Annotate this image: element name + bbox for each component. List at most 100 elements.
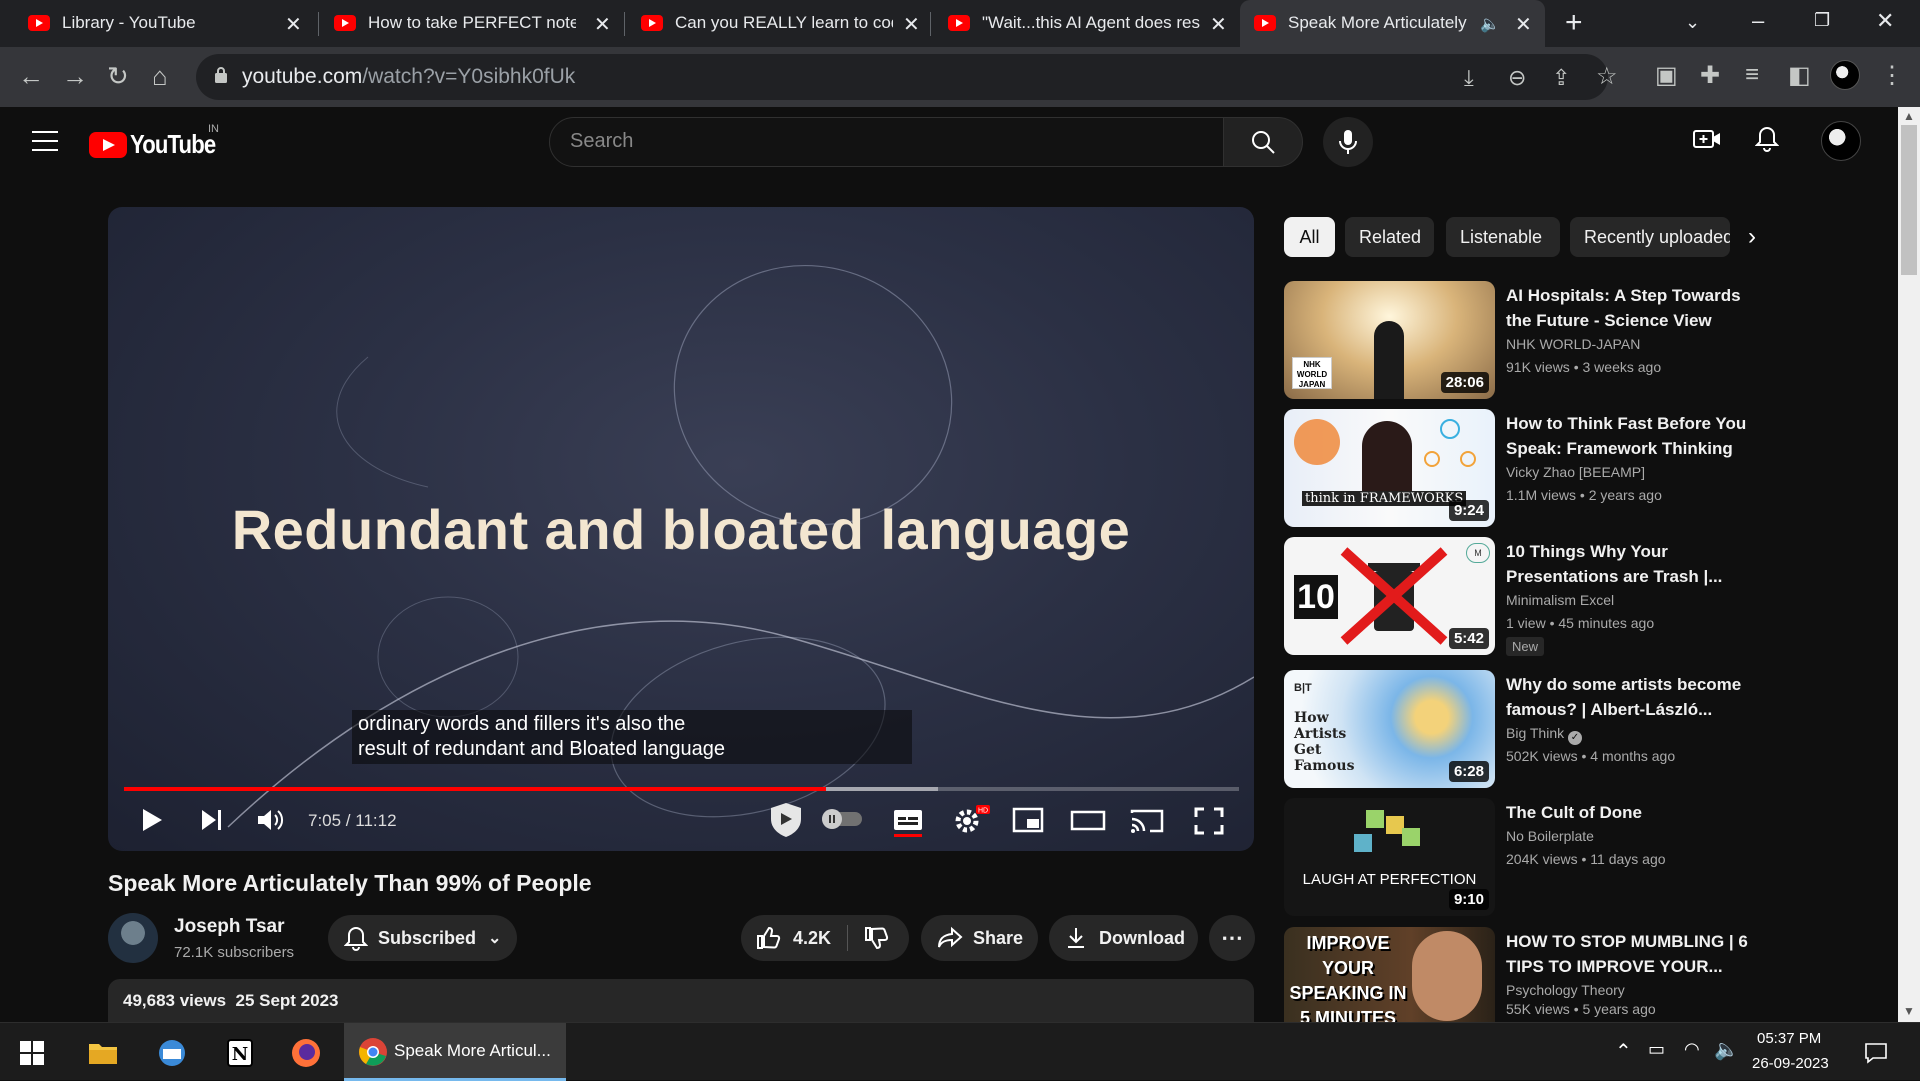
- close-tab-icon[interactable]: ✕: [285, 12, 302, 37]
- play-icon[interactable]: [140, 807, 164, 833]
- recommendation-title[interactable]: AI Hospitals: A Step Towards the Future …: [1506, 283, 1751, 333]
- mail-app-icon[interactable]: [155, 1038, 189, 1068]
- search-button[interactable]: [1223, 117, 1303, 167]
- browser-tab[interactable]: How to take PERFECT notes w ✕: [306, 0, 616, 47]
- recommendation-title[interactable]: How to Think Fast Before You Speak: Fram…: [1506, 411, 1751, 461]
- recommendation-channel[interactable]: Vicky Zhao [BEEAMP]: [1506, 464, 1645, 480]
- create-video-icon[interactable]: [1693, 127, 1721, 151]
- close-window-button[interactable]: ✕: [1876, 8, 1894, 34]
- restore-button[interactable]: ❐: [1814, 10, 1830, 31]
- recommendation-channel[interactable]: No Boilerplate: [1506, 828, 1594, 844]
- subscribed-button[interactable]: Subscribed ⌄: [328, 915, 517, 961]
- taskbar-chrome-window[interactable]: Speak More Articul...: [344, 1023, 566, 1081]
- account-avatar[interactable]: [1821, 121, 1861, 161]
- settings-gear-icon[interactable]: HD: [952, 803, 992, 835]
- close-tab-icon[interactable]: ✕: [594, 12, 611, 37]
- like-icon[interactable]: [755, 925, 781, 951]
- recommendation-channel[interactable]: Big Think ✓: [1506, 725, 1582, 745]
- theater-mode-icon[interactable]: [1070, 807, 1106, 833]
- scroll-down-icon[interactable]: ▼: [1903, 1004, 1915, 1018]
- extensions-puzzle-icon[interactable]: ✚: [1700, 61, 1720, 90]
- progress-bar[interactable]: [124, 787, 1239, 791]
- chip-listenable[interactable]: Listenable: [1446, 217, 1560, 257]
- browser-menu-icon[interactable]: ⋮: [1880, 61, 1904, 90]
- forward-button[interactable]: →: [62, 61, 88, 92]
- video-thumbnail[interactable]: B|T How Artists Get Famous 6:28: [1284, 670, 1495, 788]
- next-video-icon[interactable]: [200, 807, 224, 833]
- recommendation-channel[interactable]: Psychology Theory: [1506, 982, 1625, 998]
- url-text[interactable]: youtube.com/watch?v=Y0sibhk0fUk: [242, 65, 575, 89]
- search-input[interactable]: [570, 130, 1190, 153]
- close-tab-icon[interactable]: ✕: [1515, 12, 1532, 37]
- back-button[interactable]: ←: [18, 61, 44, 92]
- browser-tab-active[interactable]: Speak More Articulately T 🔈 ✕: [1240, 0, 1545, 47]
- cast-icon[interactable]: [1130, 807, 1164, 835]
- audio-playing-icon[interactable]: 🔈: [1480, 14, 1500, 34]
- speaker-icon[interactable]: 🔈: [1714, 1037, 1739, 1062]
- recommendation-item[interactable]: B|T How Artists Get Famous 6:28 Why do s…: [1284, 670, 1754, 790]
- extension-icon[interactable]: ▣: [1655, 61, 1678, 90]
- clock-time[interactable]: 05:37 PM: [1757, 1030, 1821, 1047]
- side-panel-icon[interactable]: ◧: [1788, 61, 1811, 90]
- autoplay-toggle[interactable]: [820, 807, 864, 831]
- recommendation-title[interactable]: 10 Things Why Your Presentations are Tra…: [1506, 539, 1751, 589]
- minimize-button[interactable]: –: [1752, 8, 1764, 34]
- browser-tab[interactable]: Library - YouTube ✕: [0, 0, 310, 47]
- reload-button[interactable]: ↻: [107, 61, 129, 92]
- chevron-up-icon[interactable]: ⌃: [1615, 1039, 1632, 1064]
- close-tab-icon[interactable]: ✕: [1210, 12, 1227, 37]
- volume-icon[interactable]: [256, 807, 284, 833]
- dislike-icon[interactable]: [863, 925, 889, 951]
- recommendation-title[interactable]: HOW TO STOP MUMBLING | 6 TIPS TO IMPROVE…: [1506, 929, 1751, 979]
- like-count[interactable]: 4.2K: [793, 928, 831, 949]
- video-player[interactable]: Redundant and bloated language ordinary …: [108, 207, 1254, 851]
- notion-icon[interactable]: N: [226, 1038, 254, 1068]
- recommendation-channel[interactable]: Minimalism Excel: [1506, 592, 1614, 608]
- miniplayer-icon[interactable]: [1012, 807, 1044, 833]
- scroll-up-icon[interactable]: ▲: [1903, 109, 1915, 123]
- battery-icon[interactable]: ▭: [1648, 1039, 1665, 1060]
- download-button[interactable]: Download: [1049, 915, 1198, 961]
- channel-name[interactable]: Joseph Tsar: [174, 916, 285, 938]
- chevron-right-icon[interactable]: ›: [1748, 223, 1756, 251]
- recommendation-title[interactable]: Why do some artists become famous? | Alb…: [1506, 672, 1751, 722]
- video-thumbnail[interactable]: IMPROVE YOUR SPEAKING IN 5 MINUTES: [1284, 927, 1495, 1022]
- voice-search-button[interactable]: [1323, 117, 1373, 167]
- browser-tab[interactable]: "Wait...this AI Agent does rese ✕: [920, 0, 1240, 47]
- channel-avatar[interactable]: [108, 913, 158, 963]
- chip-recently-uploaded[interactable]: Recently uploaded: [1570, 217, 1730, 257]
- subtitles-icon[interactable]: [892, 807, 924, 837]
- wifi-icon[interactable]: ◠: [1684, 1039, 1700, 1060]
- zoom-icon[interactable]: ⊖: [1508, 65, 1526, 91]
- recommendation-title[interactable]: The Cult of Done: [1506, 800, 1751, 825]
- fullscreen-icon[interactable]: [1194, 807, 1224, 835]
- description-box[interactable]: 49,683 views 25 Sept 2023: [108, 979, 1254, 1022]
- hamburger-menu-icon[interactable]: [32, 131, 58, 151]
- browser-tab[interactable]: Can you REALLY learn to code ✕: [613, 0, 923, 47]
- video-thumbnail[interactable]: LAUGH AT PERFECTION 9:10: [1284, 798, 1495, 916]
- more-actions-icon[interactable]: ⋯: [1209, 915, 1255, 961]
- file-explorer-icon[interactable]: [88, 1040, 118, 1066]
- page-scrollbar[interactable]: ▲ ▼: [1898, 107, 1920, 1022]
- scroll-thumb[interactable]: [1901, 125, 1917, 275]
- recommendation-item[interactable]: IMPROVE YOUR SPEAKING IN 5 MINUTES HOW T…: [1284, 927, 1754, 1022]
- share-page-icon[interactable]: ⇪: [1552, 65, 1570, 91]
- new-tab-button[interactable]: +: [1565, 6, 1583, 40]
- video-thumbnail[interactable]: think in FRAMEWORKS 9:24: [1284, 409, 1495, 527]
- chip-all[interactable]: All: [1284, 217, 1335, 257]
- firefox-icon[interactable]: [290, 1037, 322, 1069]
- chip-related[interactable]: Related: [1345, 217, 1434, 257]
- address-bar[interactable]: youtube.com/watch?v=Y0sibhk0fUk ⤓ ⊖ ⇪ ☆: [196, 54, 1618, 100]
- video-thumbnail[interactable]: 10 M 5:42: [1284, 537, 1495, 655]
- recommendation-item[interactable]: LAUGH AT PERFECTION 9:10 The Cult of Don…: [1284, 798, 1754, 918]
- bookmark-star-icon[interactable]: ☆: [1596, 62, 1618, 91]
- video-thumbnail[interactable]: NHK WORLD JAPAN 28:06: [1284, 281, 1495, 399]
- windows-start-icon[interactable]: [20, 1041, 44, 1065]
- notification-center-icon[interactable]: [1864, 1041, 1888, 1065]
- close-tab-icon[interactable]: ✕: [903, 12, 920, 37]
- tab-search-icon[interactable]: ⌄: [1685, 12, 1700, 33]
- shield-extension-icon[interactable]: [768, 801, 804, 839]
- share-button[interactable]: Share: [921, 915, 1038, 961]
- recommendation-item[interactable]: NHK WORLD JAPAN 28:06 AI Hospitals: A St…: [1284, 281, 1754, 401]
- recommendation-channel[interactable]: NHK WORLD-JAPAN: [1506, 336, 1640, 352]
